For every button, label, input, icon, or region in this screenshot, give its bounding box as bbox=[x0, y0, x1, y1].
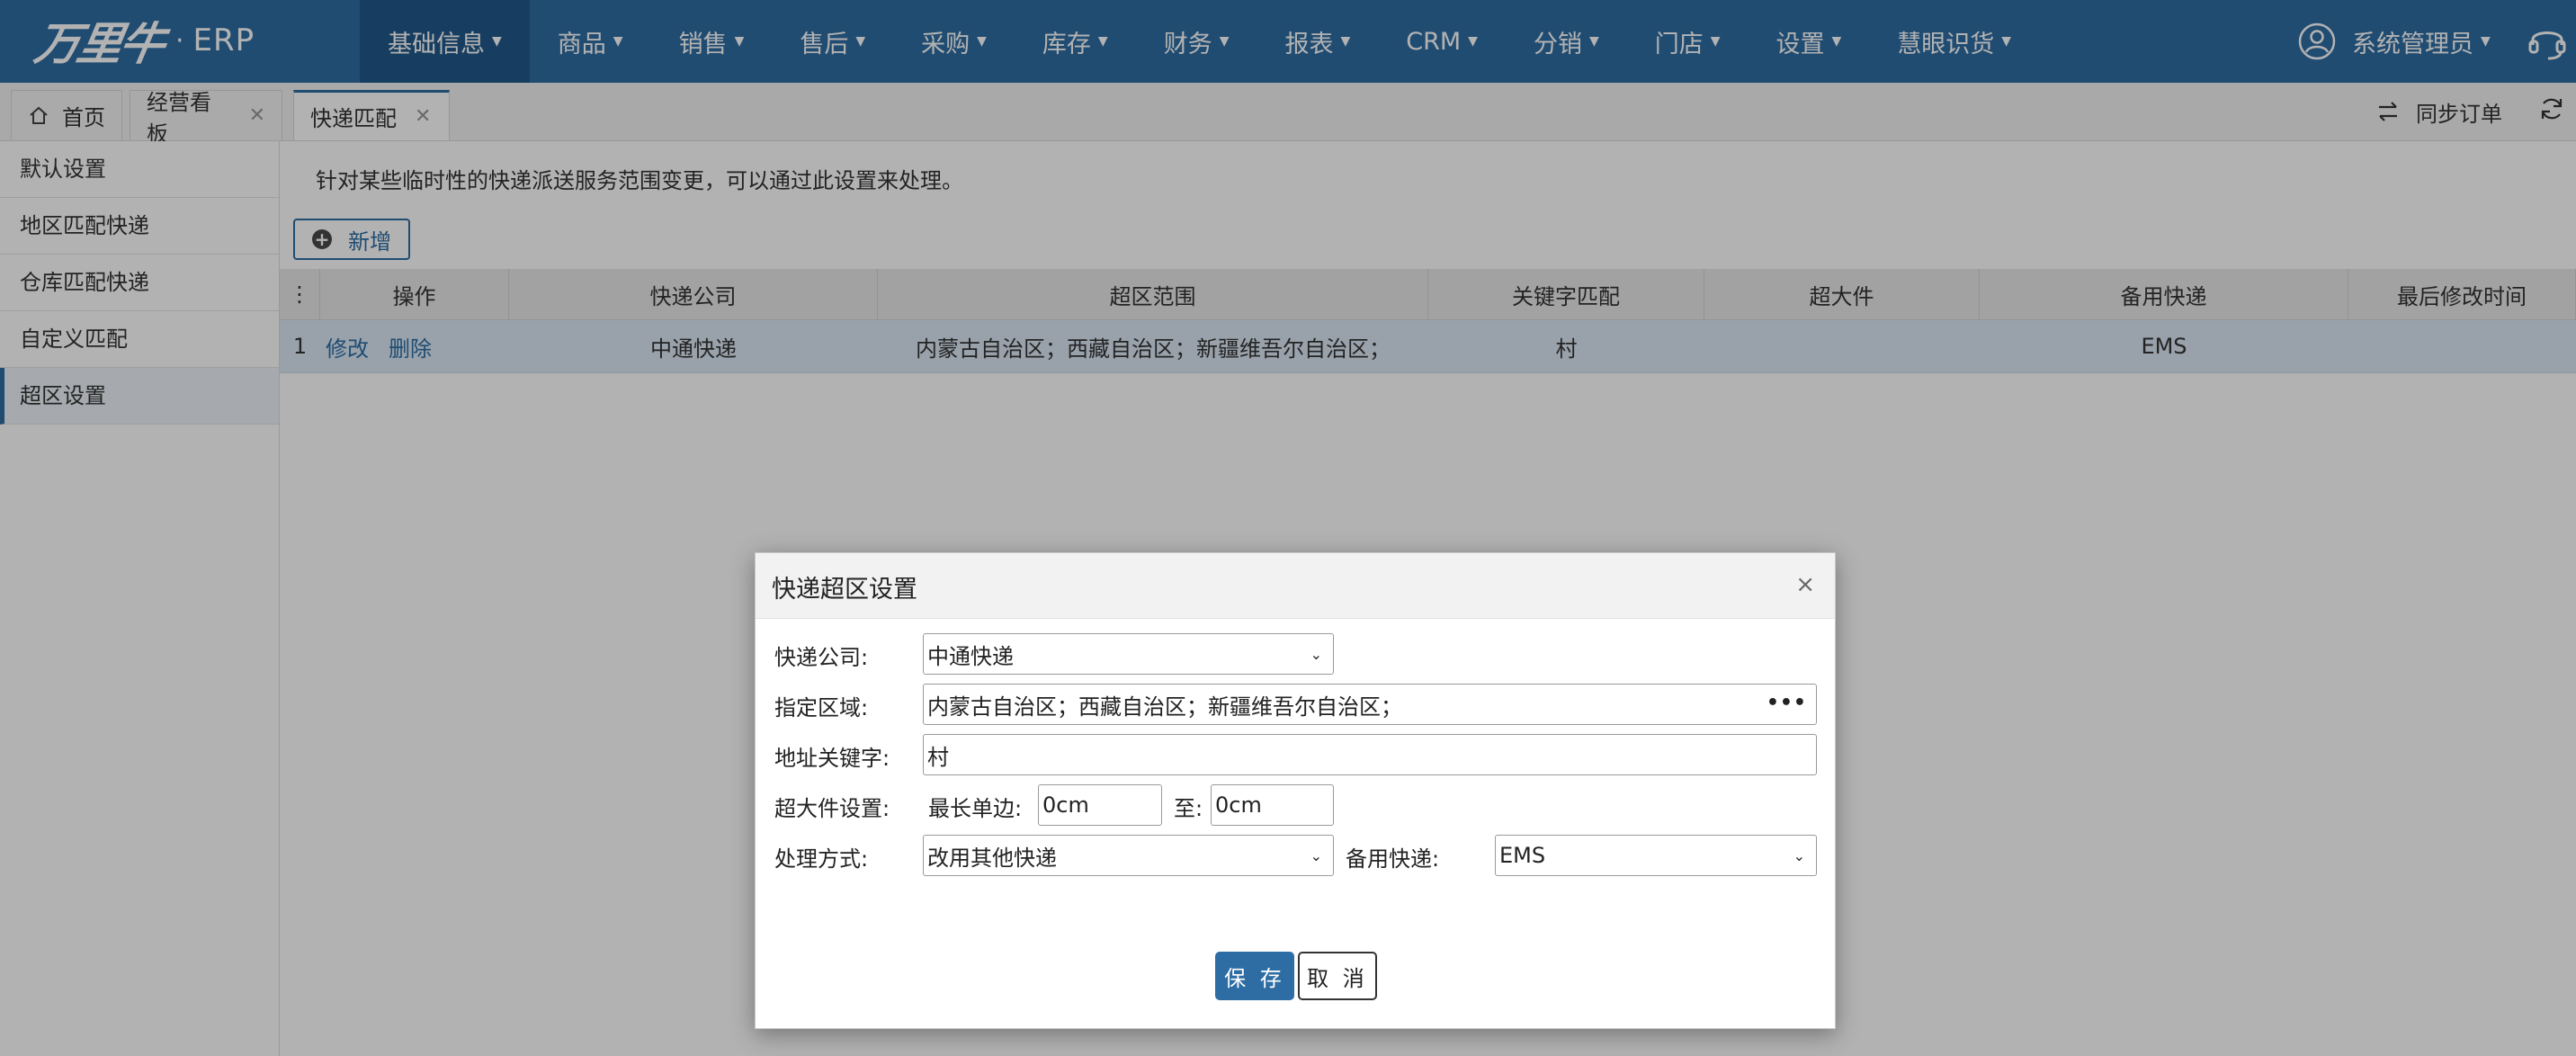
max-side-label: 最长单边: bbox=[928, 796, 1023, 821]
keyword-value: 村 bbox=[927, 744, 949, 770]
oversize-from-input[interactable]: 0cm bbox=[1038, 784, 1162, 826]
chevron-down-icon: ⌄ bbox=[1793, 846, 1805, 864]
handle-value: 改用其他快递 bbox=[927, 845, 1057, 871]
company-select[interactable]: 中通快递 ⌄ bbox=[923, 633, 1334, 675]
keyword-input[interactable]: 村 bbox=[923, 734, 1817, 775]
handle-label: 处理方式: bbox=[774, 846, 869, 872]
chevron-down-icon: ⌄ bbox=[1310, 846, 1322, 864]
area-value: 内蒙古自治区；西藏自治区；新疆维吾尔自治区； bbox=[927, 694, 1402, 720]
backup-label: 备用快递: bbox=[1346, 846, 1440, 872]
to-value: 0cm bbox=[1215, 792, 1262, 818]
oversize-label: 超大件设置: bbox=[774, 796, 890, 821]
company-value: 中通快递 bbox=[927, 643, 1014, 669]
area-label: 指定区域: bbox=[774, 695, 869, 720]
modal-header: 快递超区设置 × bbox=[756, 553, 1835, 619]
backup-value: EMS bbox=[1499, 843, 1546, 868]
from-value: 0cm bbox=[1042, 792, 1089, 818]
express-out-of-area-dialog: 快递超区设置 × 快递公司: 中通快递 ⌄ 指定区域: 内蒙古自治区；西藏自治区… bbox=[755, 552, 1836, 1029]
oversize-to-input[interactable]: 0cm bbox=[1211, 784, 1334, 826]
handle-select[interactable]: 改用其他快递 ⌄ bbox=[923, 835, 1334, 876]
to-label: 至: bbox=[1174, 796, 1203, 821]
area-input[interactable]: 内蒙古自治区；西藏自治区；新疆维吾尔自治区； ••• bbox=[923, 684, 1817, 725]
backup-select[interactable]: EMS ⌄ bbox=[1495, 835, 1817, 876]
modal-title: 快递超区设置 bbox=[772, 576, 917, 604]
chevron-down-icon: ⌄ bbox=[1310, 645, 1322, 663]
save-button[interactable]: 保 存 bbox=[1215, 952, 1294, 1000]
more-options-icon[interactable]: ••• bbox=[1767, 692, 1807, 714]
keyword-label: 地址关键字: bbox=[774, 746, 890, 771]
company-label: 快递公司: bbox=[774, 645, 869, 670]
close-icon[interactable]: × bbox=[1795, 571, 1815, 598]
cancel-button[interactable]: 取 消 bbox=[1298, 952, 1377, 1000]
